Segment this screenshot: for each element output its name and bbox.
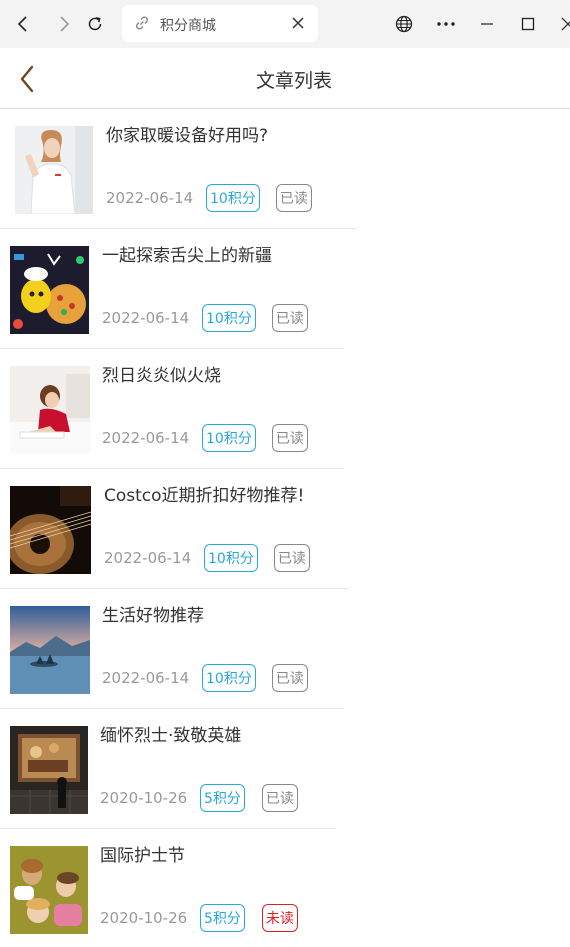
more-icon[interactable] xyxy=(434,12,458,36)
article-date: 2020-10-26 xyxy=(100,909,188,927)
points-badge: 10积分 xyxy=(202,424,256,452)
status-badge: 未读 xyxy=(261,904,298,932)
status-badge: 已读 xyxy=(261,784,298,812)
article-thumbnail xyxy=(10,246,89,334)
close-icon[interactable] xyxy=(290,15,306,35)
article-item[interactable]: 缅怀烈士·致敬英雄 2020-10-26 5积分 已读 xyxy=(0,709,336,829)
points-badge: 5积分 xyxy=(200,904,245,932)
article-title: 你家取暖设备好用吗? xyxy=(106,126,269,146)
points-badge: 10积分 xyxy=(202,664,256,692)
status-badge: 已读 xyxy=(273,544,310,572)
article-thumbnail xyxy=(10,366,90,454)
article-thumbnail xyxy=(10,486,91,574)
article-meta: 2022-06-14 10积分 已读 xyxy=(102,424,308,452)
article-thumbnail xyxy=(10,606,90,694)
globe-icon[interactable] xyxy=(392,12,416,36)
article-date: 2020-10-26 xyxy=(100,789,188,807)
article-item[interactable]: Costco近期折扣好物推荐! 2022-06-14 10积分 已读 xyxy=(0,469,349,589)
points-badge: 10积分 xyxy=(202,304,256,332)
page-title: 文章列表 xyxy=(255,70,332,92)
article-item[interactable]: 你家取暖设备好用吗? 2022-06-14 10积分 已读 xyxy=(0,109,357,229)
points-badge: 10积分 xyxy=(204,544,258,572)
article-date: 2022-06-14 xyxy=(102,669,190,687)
arrow-right-icon[interactable] xyxy=(52,12,76,36)
article-title: 烈日炎炎似火烧 xyxy=(102,366,221,386)
article-date: 2022-06-14 xyxy=(102,309,190,327)
article-title: 生活好物推荐 xyxy=(102,606,204,626)
arrow-left-icon[interactable] xyxy=(11,12,35,36)
article-meta: 2020-10-26 5积分 未读 xyxy=(100,904,298,932)
reload-icon[interactable] xyxy=(83,12,107,36)
article-date: 2022-06-14 xyxy=(104,549,192,567)
article-item[interactable]: 国际护士节 2020-10-26 5积分 未读 xyxy=(0,829,336,947)
article-title: Costco近期折扣好物推荐! xyxy=(104,486,305,506)
article-meta: 2022-06-14 10积分 已读 xyxy=(106,184,312,212)
article-meta: 2022-06-14 10积分 已读 xyxy=(102,664,308,692)
article-meta: 2022-06-14 10积分 已读 xyxy=(102,304,308,332)
status-badge: 已读 xyxy=(271,664,308,692)
article-meta: 2020-10-26 5积分 已读 xyxy=(100,784,298,812)
article-item[interactable]: 一起探索舌尖上的新疆 2022-06-14 10积分 已读 xyxy=(0,229,344,349)
minimize-icon[interactable] xyxy=(475,12,499,36)
link-icon xyxy=(134,15,150,35)
points-badge: 10积分 xyxy=(206,184,260,212)
page-header: 文章列表 xyxy=(0,48,570,109)
points-badge: 5积分 xyxy=(200,784,245,812)
article-item[interactable]: 烈日炎炎似火烧 2022-06-14 10积分 已读 xyxy=(0,349,344,469)
article-thumbnail xyxy=(10,726,88,814)
browser-toolbar: 积分商城 xyxy=(0,0,570,48)
article-title: 一起探索舌尖上的新疆 xyxy=(102,246,272,266)
article-thumbnail xyxy=(10,846,88,934)
browser-tab[interactable]: 积分商城 xyxy=(122,5,318,42)
article-date: 2022-06-14 xyxy=(102,429,190,447)
article-title: 缅怀烈士·致敬英雄 xyxy=(100,726,242,746)
status-badge: 已读 xyxy=(271,304,308,332)
article-date: 2022-06-14 xyxy=(106,189,194,207)
status-badge: 已读 xyxy=(271,424,308,452)
status-badge: 已读 xyxy=(275,184,312,212)
article-meta: 2022-06-14 10积分 已读 xyxy=(104,544,310,572)
tab-title: 积分商城 xyxy=(160,18,216,34)
article-title: 国际护士节 xyxy=(100,846,185,866)
maximize-icon[interactable] xyxy=(516,12,540,36)
close-window-icon[interactable] xyxy=(556,12,570,36)
article-item[interactable]: 生活好物推荐 2022-06-14 10积分 已读 xyxy=(0,589,344,709)
article-thumbnail xyxy=(15,126,93,214)
